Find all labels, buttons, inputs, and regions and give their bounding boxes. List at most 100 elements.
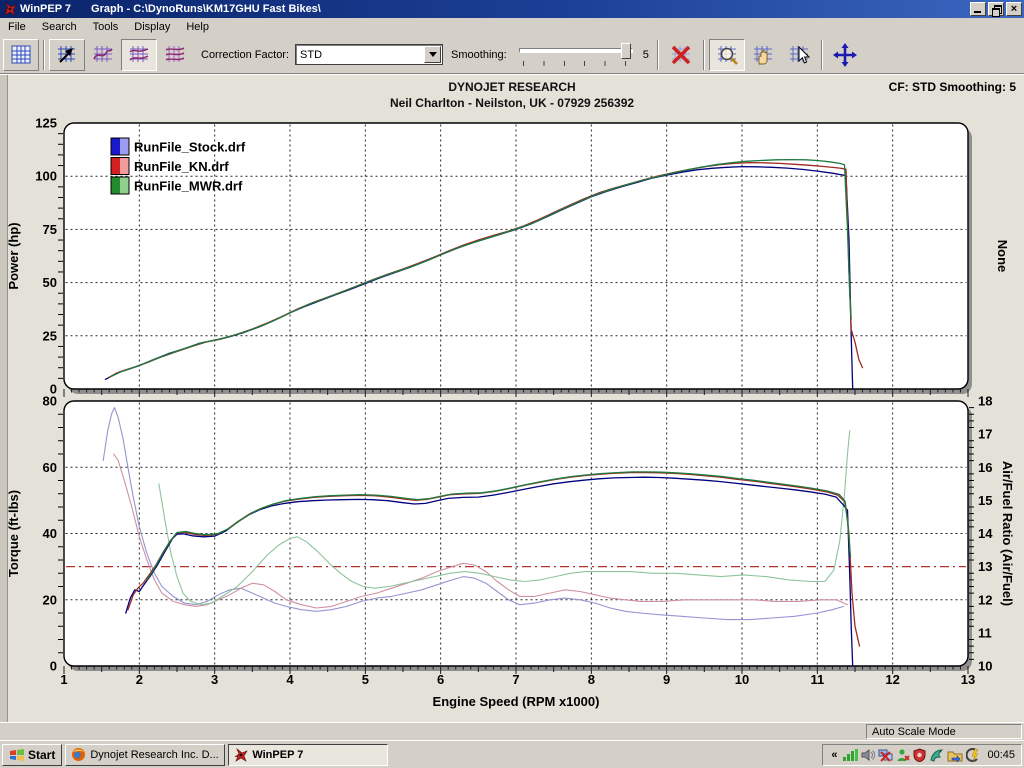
power-tick-125: 125: [35, 116, 57, 131]
cf-smoothing-info: CF: STD Smoothing: 5: [889, 80, 1016, 94]
windows-logo-icon: [9, 748, 25, 762]
status-bar: Auto Scale Mode: [0, 722, 1024, 740]
legend-swatch-light: [120, 158, 129, 175]
smoothing-label: Smoothing:: [451, 49, 507, 61]
menu-display[interactable]: Display: [126, 19, 178, 35]
status-spacer: [2, 725, 866, 739]
dropdown-arrow-icon[interactable]: [424, 46, 441, 63]
rpm-tick-9: 9: [663, 672, 670, 687]
menu-file[interactable]: File: [0, 19, 34, 35]
graph-dual-button[interactable]: [121, 39, 157, 71]
firefox-icon: [71, 747, 86, 762]
taskbar: Start Dynojet Research Inc. D... WinPEP …: [0, 740, 1024, 768]
crosshair-move-icon: [832, 42, 858, 68]
task-winpep-label: WinPEP 7: [252, 749, 303, 761]
afr-tick-13: 13: [978, 559, 992, 574]
legend-label: RunFile_Stock.drf: [134, 140, 246, 155]
volume-icon[interactable]: [861, 748, 875, 762]
torque-axis-label: Torque (ft-lbs): [6, 490, 21, 577]
afr-tick-16: 16: [978, 460, 992, 475]
minimize-button[interactable]: [970, 2, 986, 16]
task-browser-label: Dynojet Research Inc. D...: [90, 749, 218, 761]
x-axis-label: Engine Speed (RPM x1000): [433, 694, 600, 709]
slider-thumb[interactable]: [621, 43, 631, 59]
pan-graph-button[interactable]: [745, 39, 781, 71]
menu-tools[interactable]: Tools: [85, 19, 127, 35]
pest-patrol-icon[interactable]: [929, 748, 944, 762]
torque-tick-60: 60: [43, 460, 57, 475]
network-offline-icon[interactable]: [878, 748, 893, 762]
rpm-tick-6: 6: [437, 672, 444, 687]
graph-runs-button[interactable]: [49, 39, 85, 71]
runs-table-button[interactable]: [3, 39, 39, 71]
start-button[interactable]: Start: [2, 744, 62, 766]
charts-canvas[interactable]: 0255075100125Power (hp)NoneRunFile_Stock…: [0, 109, 1024, 721]
legend-label: RunFile_KN.drf: [134, 159, 229, 174]
rpm-tick-2: 2: [136, 672, 143, 687]
pointer-icon: [786, 42, 812, 68]
slider-track: [519, 48, 633, 53]
legend-swatch-dark: [111, 177, 120, 194]
graph-curve-icon: [90, 42, 116, 68]
shop-subtitle: Neil Charlton - Neilston, UK - 07929 256…: [0, 96, 1024, 110]
page-header: DYNOJET RESEARCH Neil Charlton - Neilsto…: [0, 80, 1024, 110]
correction-factor-select[interactable]: STD: [295, 44, 443, 65]
rpm-tick-5: 5: [362, 672, 369, 687]
afr-tick-15: 15: [978, 493, 992, 508]
toolbar-separator: [821, 40, 823, 70]
correction-factor-value: STD: [296, 49, 424, 61]
slider-ticks: [523, 61, 627, 66]
legend-label: RunFile_MWR.drf: [134, 179, 243, 194]
toolbar-separator: [657, 40, 659, 70]
restore-button[interactable]: [988, 2, 1004, 16]
update-folder-icon[interactable]: [947, 748, 963, 762]
torque-tick-0: 0: [50, 659, 57, 674]
power-manager-icon[interactable]: [966, 748, 980, 762]
menu-help[interactable]: Help: [178, 19, 217, 35]
restore-icon: [992, 5, 1000, 13]
afr-tick-12: 12: [978, 592, 992, 607]
tray-clock: 00:45: [987, 749, 1015, 761]
messenger-offline-icon[interactable]: [896, 748, 910, 762]
menu-search[interactable]: Search: [34, 19, 85, 35]
torque-tick-40: 40: [43, 526, 57, 541]
minimize-icon: [974, 11, 981, 13]
graph-single-button[interactable]: [85, 39, 121, 71]
rpm-tick-12: 12: [885, 672, 899, 687]
winpep-window: WinPEP 7 Graph - C:\DynoRuns\KM17GHU Fas…: [0, 0, 1024, 768]
delete-graph-icon: [668, 42, 694, 68]
antivirus-shield-icon[interactable]: [913, 748, 926, 762]
power-tick-100: 100: [35, 169, 57, 184]
legend-swatch-light: [120, 177, 129, 194]
task-browser-button[interactable]: Dynojet Research Inc. D...: [65, 744, 225, 766]
zoom-graph-icon: [714, 42, 740, 68]
signal-strength-icon[interactable]: [842, 748, 858, 762]
torque-tick-80: 80: [43, 394, 57, 409]
rpm-tick-8: 8: [588, 672, 595, 687]
power-tick-75: 75: [43, 222, 57, 237]
rpm-tick-3: 3: [211, 672, 218, 687]
close-button[interactable]: ×: [1006, 2, 1022, 16]
winpep-task-icon: [234, 748, 248, 762]
afr-axis-label: Air/Fuel Ratio (Air/Fuel): [1000, 461, 1015, 606]
legend-swatch-light: [120, 138, 129, 155]
scale-mode-status: Auto Scale Mode: [866, 724, 1022, 739]
crosshair-button[interactable]: [827, 39, 863, 71]
smoothing-slider[interactable]: [517, 41, 635, 69]
start-label: Start: [28, 748, 55, 762]
rpm-tick-1: 1: [60, 672, 67, 687]
close-graph-button[interactable]: [663, 39, 699, 71]
power-tick-50: 50: [43, 275, 57, 290]
smoothing-value: 5: [643, 49, 649, 61]
afr-tick-18: 18: [978, 394, 992, 409]
shop-title: DYNOJET RESEARCH: [0, 80, 1024, 94]
legend-swatch-dark: [111, 158, 120, 175]
afr-tick-14: 14: [978, 526, 993, 541]
task-winpep-button[interactable]: WinPEP 7: [228, 744, 388, 766]
zoom-graph-button[interactable]: [709, 39, 745, 71]
graph-multi-button[interactable]: [157, 39, 193, 71]
graph-two-curves-icon: [126, 42, 152, 68]
hide-icons-chevron[interactable]: «: [829, 749, 839, 761]
select-graph-button[interactable]: [781, 39, 817, 71]
graph-arrow-icon: [54, 42, 80, 68]
